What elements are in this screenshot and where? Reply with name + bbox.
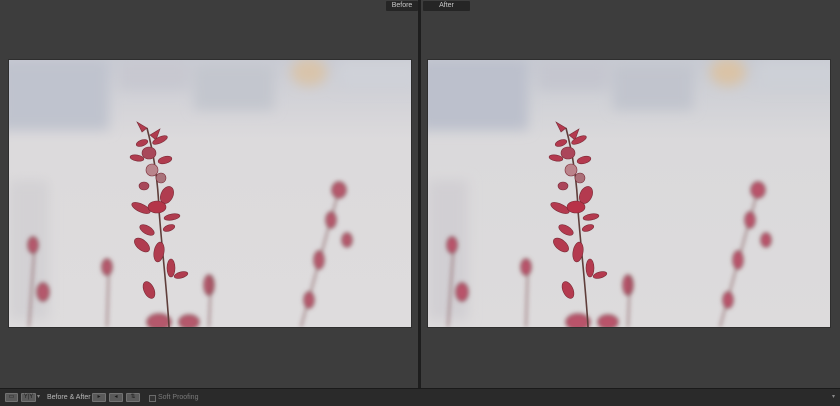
- before-label: Before: [386, 1, 418, 11]
- copy-before-to-after-button[interactable]: ▸: [92, 393, 106, 402]
- swap-before-after-icon: ⇅: [130, 394, 136, 400]
- copy-right-to-left-icon: ◂: [114, 394, 118, 400]
- after-photo-image: [428, 60, 830, 327]
- loupe-view-icon: ▭: [8, 394, 15, 400]
- before-after-label: Before & After :: [47, 394, 95, 401]
- soft-proofing-label: Soft Proofing: [158, 394, 199, 401]
- compare-view-button[interactable]: Y|Y: [21, 393, 36, 402]
- after-photo: [428, 60, 830, 327]
- pane-divider: [418, 0, 421, 388]
- copy-left-to-right-icon: ▸: [97, 394, 101, 400]
- compare-view-dropdown-icon[interactable]: ▾: [37, 392, 40, 403]
- bottom-toolbar: ▭ Y|Y ▾ Before & After : ▸ ◂ ⇅ Soft Proo…: [0, 388, 840, 406]
- before-photo-image: [9, 60, 411, 327]
- compare-view-label: Y|Y: [23, 394, 34, 400]
- swap-before-after-button[interactable]: ⇅: [126, 393, 140, 402]
- loupe-view-button[interactable]: ▭: [5, 393, 18, 402]
- soft-proofing-checkbox[interactable]: [149, 395, 156, 402]
- after-label: After: [423, 1, 470, 11]
- copy-after-to-before-button[interactable]: ◂: [109, 393, 123, 402]
- toolbar-content-menu-icon[interactable]: ▾: [832, 392, 835, 403]
- before-photo: [9, 60, 411, 327]
